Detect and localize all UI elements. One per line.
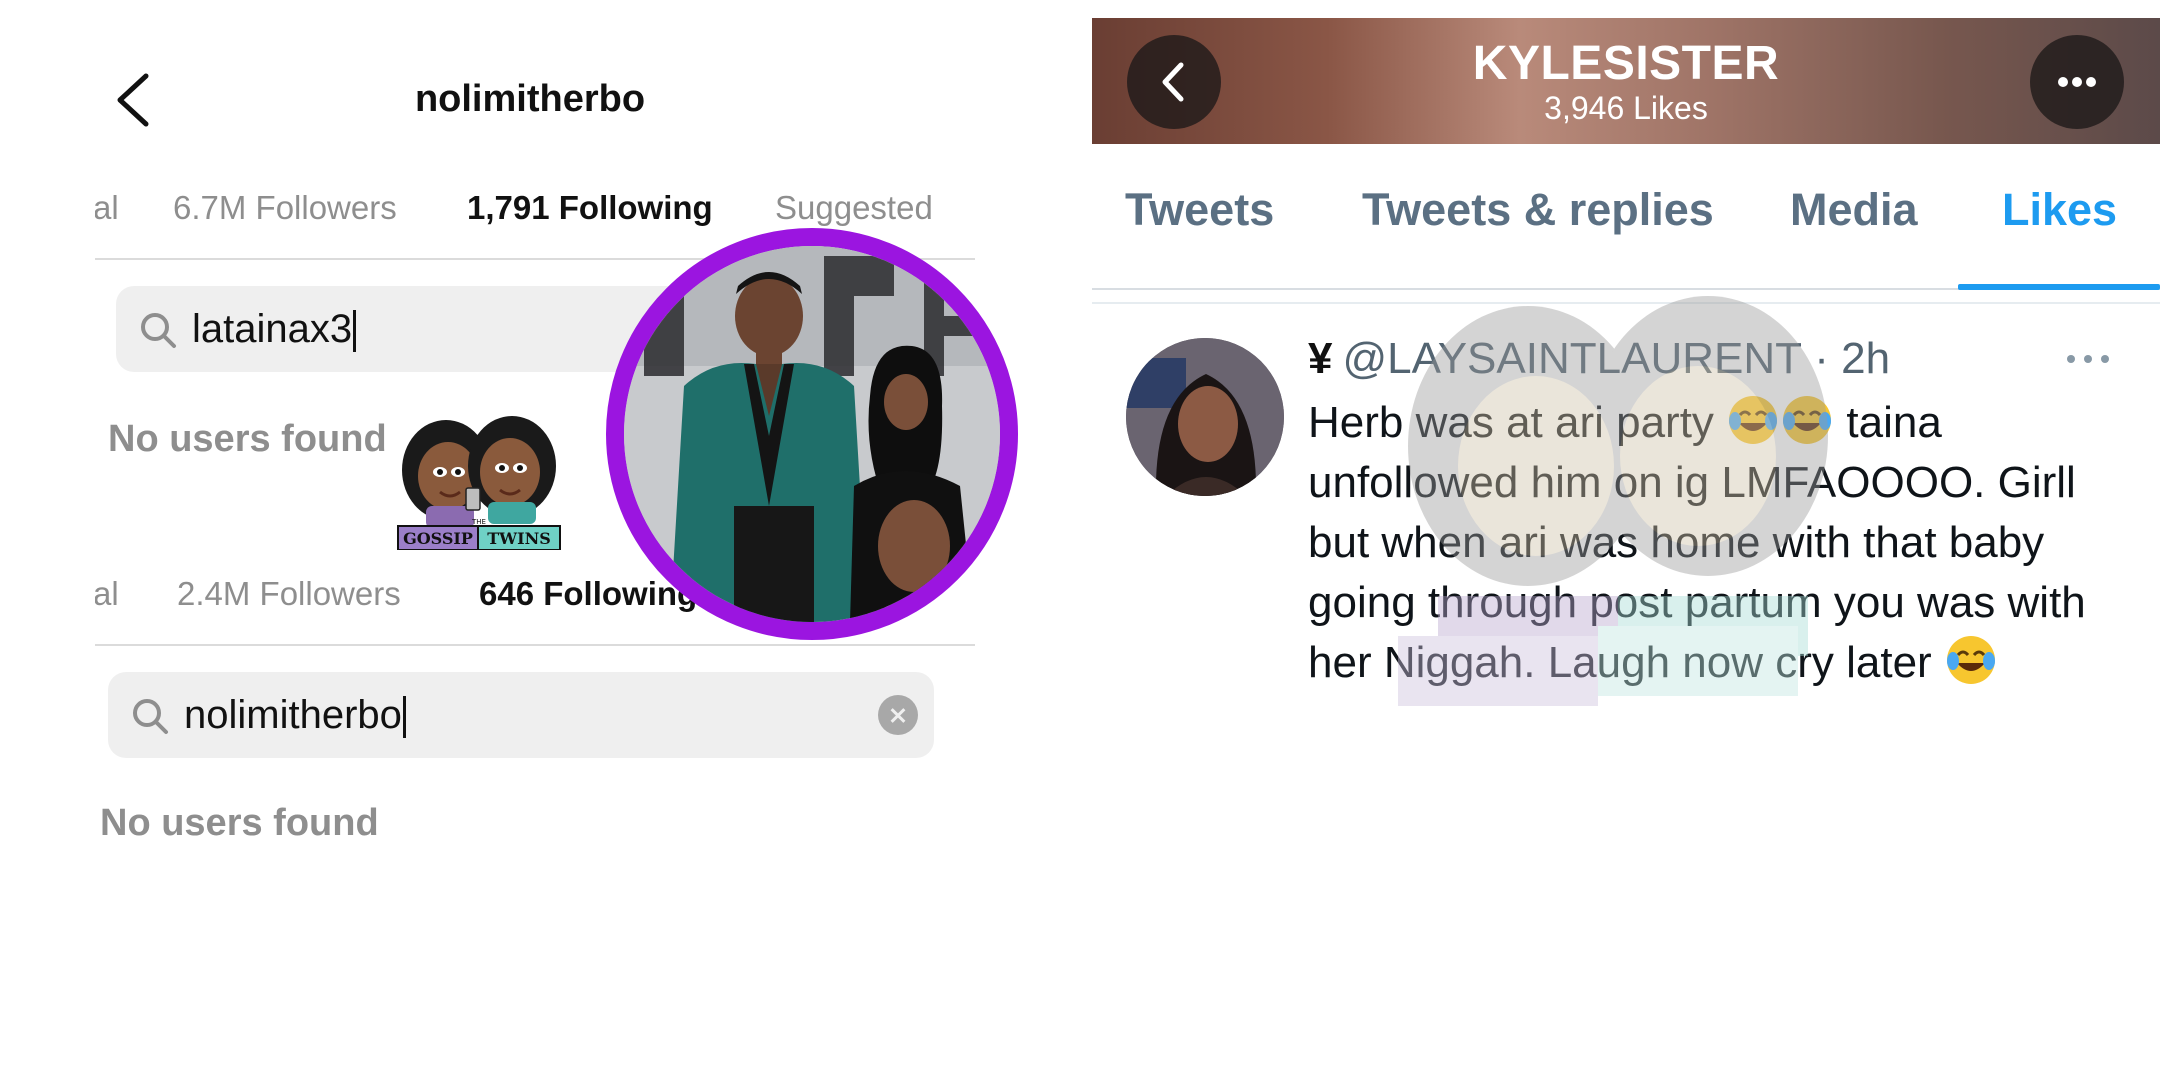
logo-word-1: GOSSIP [403, 529, 473, 548]
tab-followers[interactable]: 2.4M Followers [177, 570, 401, 644]
couple-photo [606, 228, 1018, 640]
profile-display-name: KYLESISTER [1472, 37, 1780, 90]
clear-search-icon[interactable] [878, 695, 918, 735]
logo-word-2: TWINS [487, 529, 551, 548]
tweet-author-avatar[interactable] [1126, 338, 1284, 496]
more-icon [2058, 77, 2096, 87]
search-icon [133, 699, 168, 734]
no-results-message: No users found [108, 418, 387, 460]
tab-following[interactable]: 1,791 Following [441, 184, 743, 260]
search-input[interactable]: latainax3 [192, 306, 357, 353]
text-cursor [353, 310, 357, 353]
tears-of-joy-emoji-icon [1946, 636, 1995, 684]
tab-media[interactable]: Media [1790, 184, 1918, 236]
tab-following-label: 1,791 Following [467, 189, 713, 226]
back-button[interactable] [1127, 35, 1221, 129]
no-results-message: No users found [100, 802, 379, 844]
gossip-twins-watermark [1398, 296, 1828, 706]
more-options-button[interactable] [2030, 35, 2124, 129]
avatar-image [1126, 338, 1284, 496]
search-icon [141, 313, 176, 348]
author-name: ¥ [1308, 334, 1333, 383]
profile-header-banner: KYLESISTER 3,946 Likes [1092, 18, 2160, 144]
active-tab-indicator [1958, 284, 2160, 290]
search-query-text: nolimitherbo [184, 693, 402, 737]
active-tab-underline [441, 259, 743, 260]
tab-followers[interactable]: 6.7M Followers [173, 184, 397, 258]
logo-small-word: THE [471, 518, 486, 526]
likes-count: 3,946 Likes [1544, 90, 1708, 126]
profile-tabs: Tweets Tweets & replies Media Likes [1092, 144, 2160, 290]
search-query-text: latainax3 [192, 307, 353, 351]
tweet-more-icon[interactable] [2066, 354, 2110, 364]
profile-username-title: nolimitherbo [414, 78, 646, 120]
tab-likes[interactable]: Likes [2002, 184, 2117, 236]
back-chevron-icon[interactable] [110, 70, 158, 130]
couple-photo-image [624, 246, 1000, 622]
search-input[interactable]: nolimitherbo [184, 692, 406, 739]
tab-mutual[interactable]: al [95, 184, 119, 258]
gossip-twins-logo: GOSSIP TWINS THE [397, 416, 561, 550]
active-tab-underline [449, 645, 735, 646]
tab-tweets-and-replies[interactable]: Tweets & replies [1362, 184, 1714, 236]
text-cursor [402, 696, 406, 739]
chevron-left-icon [1162, 62, 1184, 102]
tab-mutual[interactable]: al [95, 570, 119, 644]
search-field[interactable]: nolimitherbo [108, 672, 934, 758]
tab-tweets[interactable]: Tweets [1125, 184, 1274, 236]
